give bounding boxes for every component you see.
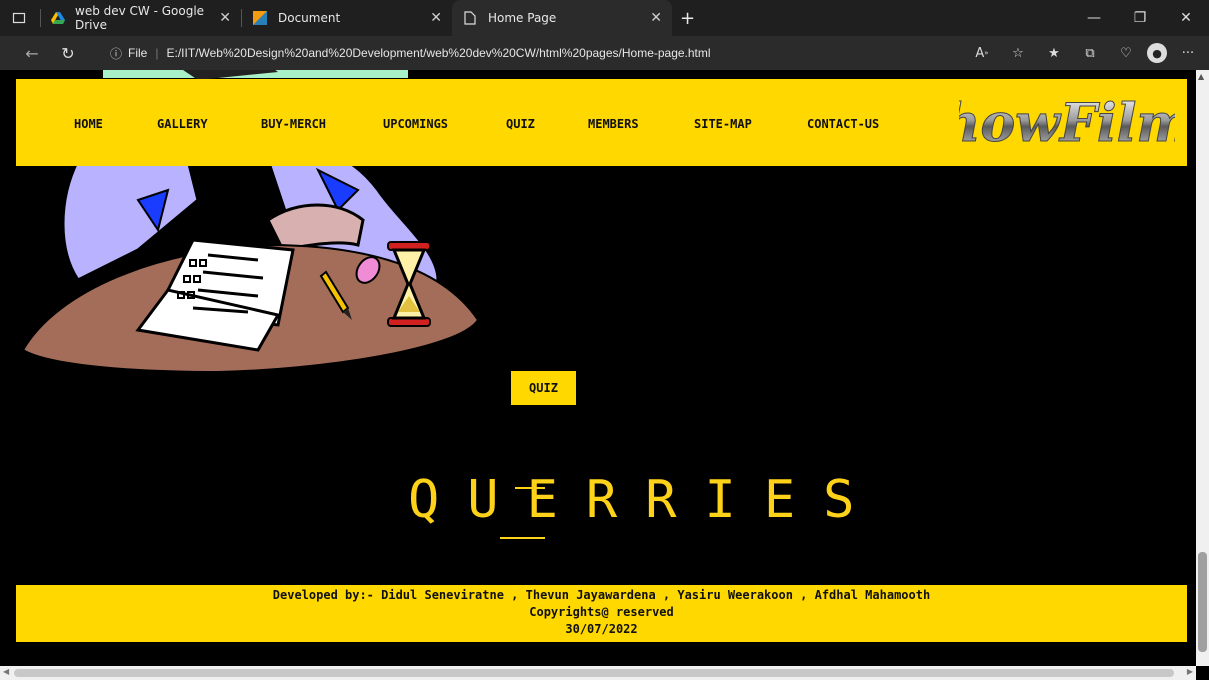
scroll-right-icon[interactable]: ▶	[1187, 667, 1193, 676]
url-field[interactable]: ⓘ File | E:/IIT/Web%20Design%20and%20Dev…	[110, 43, 711, 63]
url-scheme-label: File	[128, 46, 148, 60]
new-tab-button[interactable]: +	[672, 0, 703, 36]
page-viewport: HOME GALLERY BUY-MERCH UPCOMINGS QUIZ ME…	[0, 70, 1196, 666]
scroll-left-icon[interactable]: ◀	[3, 667, 9, 676]
read-aloud-icon[interactable]: A»	[967, 38, 997, 68]
nav-buy-merch[interactable]: BUY-MERCH	[261, 117, 326, 131]
scroll-up-icon[interactable]: ▲	[1198, 72, 1204, 81]
heading-decoration-line	[515, 487, 545, 489]
tab-google-drive[interactable]: web dev CW - Google Drive ✕	[41, 0, 241, 36]
logo-text: howFilm	[959, 93, 1175, 154]
restore-icon[interactable]: ❐	[1117, 0, 1163, 36]
window-controls: — ❐ ✕	[1071, 0, 1209, 36]
nav-upcomings[interactable]: UPCOMINGS	[383, 117, 448, 131]
vertical-scroll-thumb[interactable]	[1198, 552, 1207, 652]
heading-decoration-line	[500, 537, 545, 539]
nav-gallery[interactable]: GALLERY	[157, 117, 208, 131]
close-tab-icon[interactable]: ✕	[209, 10, 231, 26]
google-drive-icon	[51, 10, 65, 26]
profile-avatar[interactable]: ●	[1147, 43, 1167, 63]
tab-home-page[interactable]: Home Page ✕	[452, 0, 672, 36]
footer-date: 30/07/2022	[565, 622, 638, 636]
close-tab-icon[interactable]: ✕	[420, 10, 442, 26]
browser-essentials-icon[interactable]: ♡	[1111, 38, 1141, 68]
minimize-icon[interactable]: —	[1071, 0, 1117, 36]
tab-title: Document	[278, 11, 341, 25]
nav-home[interactable]: HOME	[74, 117, 103, 131]
refresh-icon[interactable]: ↻	[50, 36, 86, 70]
howfilm-logo[interactable]: howFilm	[959, 85, 1175, 159]
horizontal-scroll-thumb[interactable]	[14, 669, 1174, 677]
more-options-icon[interactable]: ···	[1173, 38, 1203, 68]
tab-document[interactable]: Document ✕	[242, 0, 452, 36]
plus-icon: +	[680, 7, 696, 29]
footer-copyright: Copyrights@ reserved	[529, 605, 674, 619]
tab-title: web dev CW - Google Drive	[75, 4, 205, 32]
nav-contact-us[interactable]: CONTACT-US	[807, 117, 879, 131]
footer-credits: Developed by:- Didul Seneviratne , Thevu…	[272, 588, 931, 602]
page-icon	[462, 10, 478, 26]
back-icon[interactable]: ←	[14, 36, 50, 70]
favorites-icon[interactable]: ★	[1039, 38, 1069, 68]
nav-site-map[interactable]: SITE-MAP	[694, 117, 752, 131]
collections-icon[interactable]: ⧉	[1075, 38, 1105, 68]
quiz-button[interactable]: QUIZ	[511, 371, 576, 405]
querries-heading: QUERRIES	[408, 470, 883, 530]
info-icon[interactable]: ⓘ	[110, 45, 122, 62]
horizontal-scrollbar[interactable]: ◀ ▶	[0, 666, 1196, 680]
url-separator: |	[155, 46, 159, 60]
close-window-icon[interactable]: ✕	[1163, 0, 1209, 36]
nav-quiz[interactable]: QUIZ	[506, 117, 535, 131]
tab-actions-icon	[12, 12, 26, 24]
vertical-scrollbar[interactable]: ▲	[1196, 70, 1209, 666]
address-bar: ← ↻ ⓘ File | E:/IIT/Web%20Design%20and%2…	[0, 36, 1209, 70]
tab-title: Home Page	[488, 11, 557, 25]
url-text: E:/IIT/Web%20Design%20and%20Development/…	[166, 46, 711, 60]
close-tab-icon[interactable]: ✕	[640, 10, 662, 26]
nav-members[interactable]: MEMBERS	[588, 117, 639, 131]
toolbar-actions: A» ☆ ★ ⧉ ♡ ● ···	[967, 36, 1203, 70]
page-footer: Developed by:- Didul Seneviratne , Thevu…	[16, 585, 1187, 642]
tab-bar: web dev CW - Google Drive ✕ Document ✕ H…	[0, 0, 1209, 36]
document-icon	[252, 10, 268, 26]
main-navbar: HOME GALLERY BUY-MERCH UPCOMINGS QUIZ ME…	[16, 79, 1187, 166]
tab-actions-button[interactable]	[0, 0, 40, 36]
add-favorite-icon[interactable]: ☆	[1003, 38, 1033, 68]
